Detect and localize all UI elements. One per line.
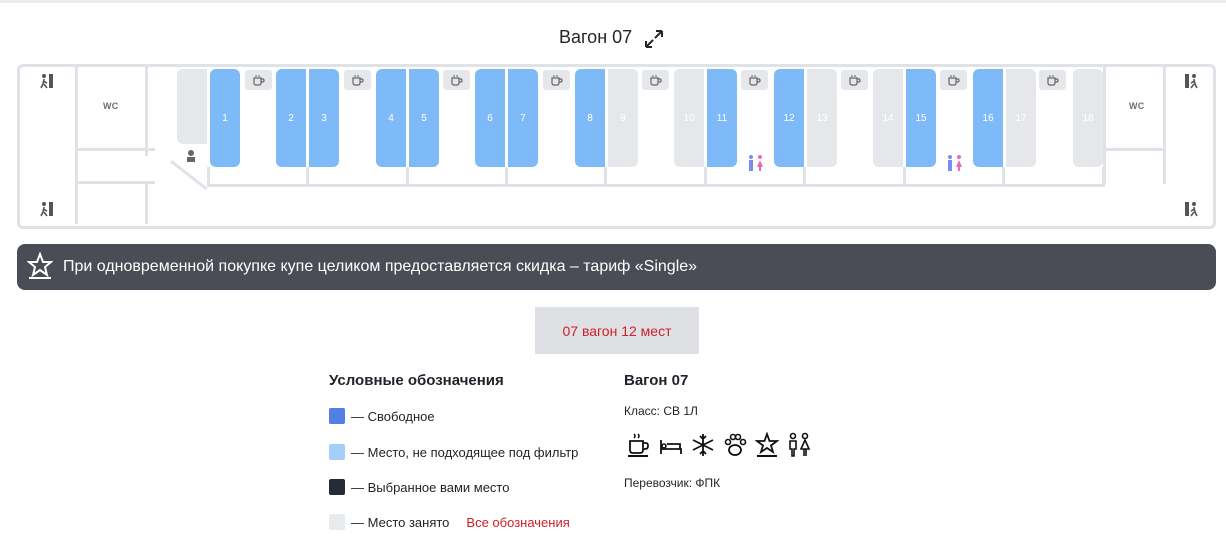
expand-icon[interactable] (643, 28, 665, 50)
compartment-divider (406, 167, 409, 187)
cup-icon (344, 70, 371, 90)
wall (145, 66, 148, 156)
paw-icon (723, 432, 747, 458)
compartment-divider (1102, 167, 1105, 187)
compartment-divider (903, 167, 906, 187)
wall (75, 181, 155, 184)
compartment-divider (604, 167, 607, 187)
wc-label-right: WC (1129, 101, 1145, 111)
cup-icon (642, 70, 669, 90)
cup-icon (543, 70, 570, 90)
seat-14: 14 (873, 69, 903, 167)
legend-label: — Выбранное вами место (351, 479, 510, 495)
compartment-divider (1002, 167, 1005, 187)
seat-15[interactable]: 15 (906, 69, 936, 167)
seat-11[interactable]: 11 (707, 69, 737, 167)
wall (75, 148, 155, 151)
toilet-icon (948, 155, 962, 171)
seat-map: WC WC 1 2 3 4 5 6 7 8 9 10 11 12 13 14 15 16 17 18 (17, 64, 1216, 229)
exit-icon (40, 74, 53, 89)
coffee-icon (627, 432, 651, 458)
legend-title: Условные обозначения (329, 372, 504, 389)
exit-icon (1185, 74, 1198, 89)
service-class: Класс: СВ 1Л (624, 404, 698, 418)
star-icon (27, 252, 53, 279)
exit-icon (40, 202, 53, 217)
carrier: Перевозчик: ФПК (624, 476, 721, 490)
banner-text: При одновременной покупке купе целиком п… (63, 258, 698, 275)
discount-banner: При одновременной покупке купе целиком п… (17, 244, 1216, 290)
seat-17: 17 (1006, 69, 1036, 167)
seat-7[interactable]: 7 (508, 69, 538, 167)
wall (75, 66, 78, 224)
seat-blank (177, 69, 207, 144)
compartment-divider (207, 167, 210, 187)
snowflake-icon (691, 432, 715, 458)
all-legend-link[interactable]: Все обозначения (466, 515, 569, 530)
seat-10: 10 (674, 69, 704, 167)
wall (207, 184, 1102, 187)
compartment-divider (505, 167, 508, 187)
seat-6[interactable]: 6 (475, 69, 505, 167)
people-icon (787, 432, 811, 458)
seat-8[interactable]: 8 (575, 69, 605, 167)
seat-9: 9 (608, 69, 638, 167)
legend-item-free: — Свободное (329, 408, 435, 424)
attendant-icon (187, 150, 195, 162)
coach-select-button[interactable]: 07 вагон 12 мест (535, 307, 699, 354)
legend-label: — Свободное (351, 408, 435, 424)
wagon-title: Вагон 07 (559, 27, 633, 47)
cup-icon (443, 70, 470, 90)
seat-5[interactable]: 5 (409, 69, 439, 167)
amenities (627, 431, 811, 458)
wall (170, 160, 208, 191)
wall (145, 181, 148, 224)
wc-label-left: WC (103, 101, 119, 111)
cup-icon (245, 70, 272, 90)
top-divider (0, 0, 1226, 3)
bed-icon (659, 432, 683, 458)
seat-12[interactable]: 12 (774, 69, 804, 167)
seat-3[interactable]: 3 (309, 69, 339, 167)
exit-icon (1185, 202, 1198, 217)
toilet-icon (749, 155, 763, 171)
info-title: Вагон 07 (624, 372, 689, 389)
compartment-divider (306, 167, 309, 187)
legend-item-filter: — Место, не подходящее под фильтр (329, 444, 578, 460)
legend-swatch (329, 514, 345, 530)
legend-item-busy: — Место занято Все обозначения (329, 514, 570, 530)
cup-icon (940, 70, 967, 90)
legend-label: — Место занято (351, 514, 450, 530)
star-icon (754, 431, 780, 458)
legend-item-selected: — Выбранное вами место (329, 479, 509, 495)
wall (1103, 148, 1165, 151)
legend-label: — Место, не подходящее под фильтр (351, 444, 579, 460)
wall (1163, 66, 1166, 184)
legend-swatch (329, 408, 345, 424)
seat-13: 13 (807, 69, 837, 167)
seat-1[interactable]: 1 (210, 69, 240, 167)
seat-16[interactable]: 16 (973, 69, 1003, 167)
compartment-divider (803, 167, 806, 187)
seat-2[interactable]: 2 (276, 69, 306, 167)
legend-swatch (329, 479, 345, 495)
legend-swatch (329, 444, 345, 460)
cup-icon (1039, 70, 1066, 90)
seat-4[interactable]: 4 (376, 69, 406, 167)
cup-icon (741, 70, 768, 90)
cup-icon (841, 70, 868, 90)
seat-18: 18 (1073, 69, 1103, 167)
compartment-divider (704, 167, 707, 187)
